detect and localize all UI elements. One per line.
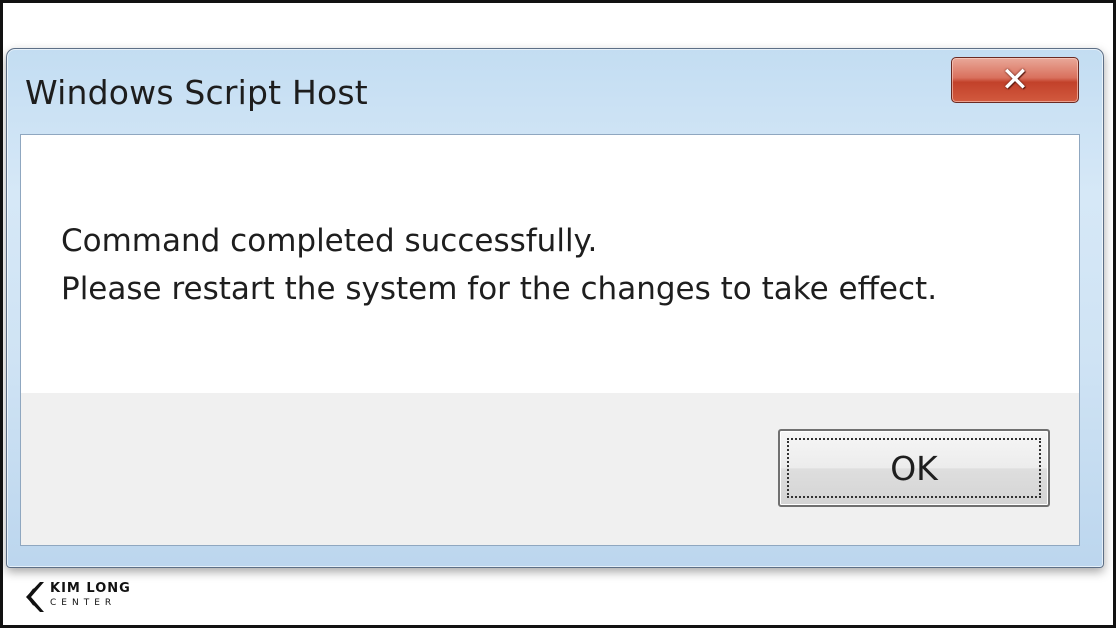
watermark-logo: KIM LONG CENTER (22, 579, 152, 615)
dialog-window: Windows Script Host ✕ Command completed … (6, 48, 1104, 568)
watermark-subtitle: CENTER (50, 598, 117, 608)
close-button[interactable]: ✕ (951, 57, 1079, 103)
focus-rectangle: OK (787, 438, 1041, 498)
ok-button[interactable]: OK (778, 429, 1050, 507)
kim-long-logo-icon (26, 582, 44, 612)
title-bar[interactable]: Windows Script Host ✕ (7, 49, 1103, 134)
watermark-title: KIM LONG (50, 581, 131, 596)
ok-button-label: OK (890, 448, 938, 488)
message-line-1: Command completed successfully. (61, 223, 598, 259)
dialog-client-area: Command completed successfully. Please r… (20, 134, 1080, 546)
close-icon: ✕ (1000, 60, 1030, 100)
message-line-2: Please restart the system for the change… (61, 271, 938, 307)
message-area: Command completed successfully. Please r… (21, 135, 1079, 393)
window-title: Windows Script Host (25, 73, 368, 112)
